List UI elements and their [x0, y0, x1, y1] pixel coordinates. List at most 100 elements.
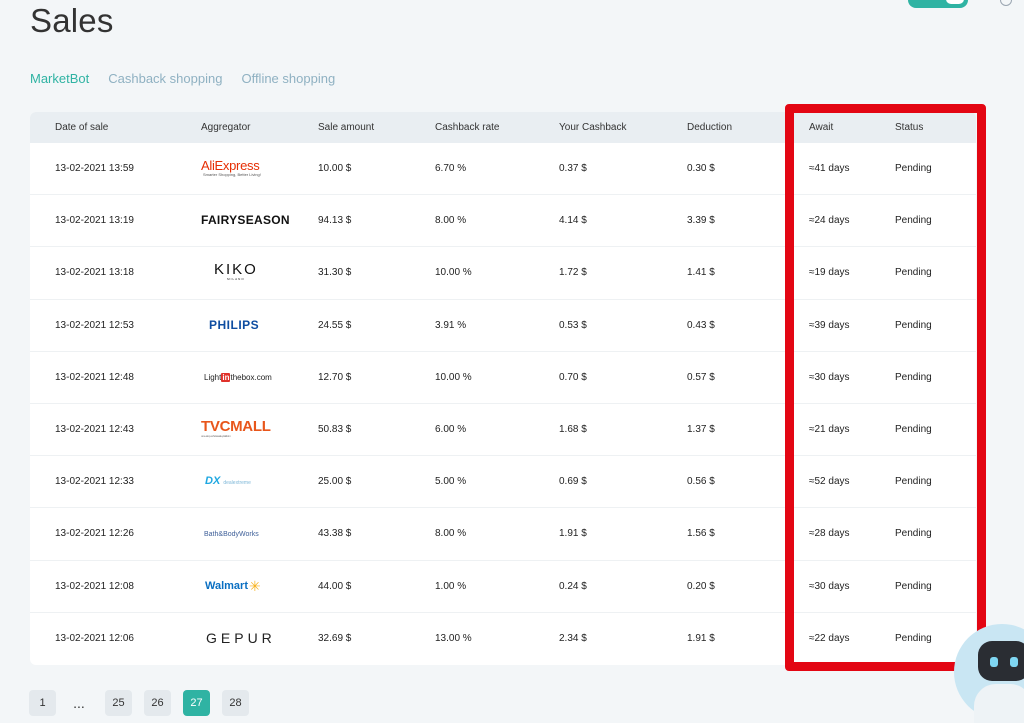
cell-status: Pending — [895, 319, 932, 331]
col-header-cashback-rate: Cashback rate — [435, 122, 500, 133]
cell-cashback-rate: 8.00 % — [435, 528, 467, 540]
table-row: 13-02-2021 12:33 DX dealextreme 25.00 $ … — [30, 456, 976, 509]
cell-aggregator: AliExpress Smarter Shopping, Better Livin… — [176, 159, 318, 179]
cell-await: ≈30 days — [809, 580, 850, 592]
page-button[interactable]: 25 — [105, 690, 132, 716]
globe-icon[interactable] — [1000, 0, 1012, 6]
cell-cashback-rate: 6.00 % — [435, 424, 467, 436]
cell-status: Pending — [895, 424, 932, 436]
cell-sale-amount: 32.69 $ — [318, 633, 352, 645]
page-button[interactable]: 28 — [222, 690, 249, 716]
cell-sale-amount: 10.00 $ — [318, 163, 352, 175]
cell-status: Pending — [895, 528, 932, 540]
col-header-deduction: Deduction — [687, 122, 733, 133]
cell-deduction: 1.37 $ — [687, 424, 715, 436]
cell-await: ≈41 days — [809, 163, 850, 175]
cell-your-cashback: 0.24 $ — [559, 580, 587, 592]
bot-eye-icon — [1010, 657, 1018, 667]
cell-aggregator: KIKO MILANO — [176, 262, 318, 283]
cell-your-cashback: 0.37 $ — [559, 163, 587, 175]
cell-aggregator: DX dealextreme — [176, 476, 318, 487]
top-toggle-switch[interactable] — [908, 0, 968, 8]
cell-cashback-rate: 10.00 % — [435, 371, 472, 383]
aliexpress-logo: AliExpress Smarter Shopping, Better Livin… — [201, 157, 261, 177]
table-row: 13-02-2021 13:18 KIKO MILANO 31.30 $ 10.0… — [30, 247, 976, 300]
table-row: 13-02-2021 13:19 FAIRYSEASON 94.13 $ 8.0… — [30, 195, 976, 248]
cell-status: Pending — [895, 371, 932, 383]
tab-cashback-shopping[interactable]: Cashback shopping — [108, 71, 222, 86]
cell-date: 13-02-2021 12:33 — [55, 476, 134, 488]
page-button-current[interactable]: 27 — [183, 690, 210, 716]
cell-cashback-rate: 13.00 % — [435, 633, 472, 645]
tab-marketbot[interactable]: MarketBot — [30, 71, 89, 86]
page-title: Sales — [30, 2, 114, 39]
page-button[interactable]: 26 — [144, 690, 171, 716]
cell-deduction: 0.56 $ — [687, 476, 715, 488]
col-header-your-cashback: Your Cashback — [559, 122, 627, 133]
cell-deduction: 1.41 $ — [687, 267, 715, 279]
cell-sale-amount: 25.00 $ — [318, 476, 352, 488]
cell-status: Pending — [895, 633, 932, 645]
col-header-aggregator: Aggregator — [201, 122, 251, 133]
walmart-logo: Walmart✳ — [205, 578, 261, 595]
cell-aggregator: Walmart✳ — [176, 579, 318, 593]
cell-await: ≈22 days — [809, 633, 850, 645]
table-row: 13-02-2021 12:06 GEPUR 32.69 $ 13.00 % 2… — [30, 613, 976, 665]
cell-aggregator: GEPUR — [176, 631, 318, 646]
cell-status: Pending — [895, 215, 932, 227]
cell-await: ≈30 days — [809, 371, 850, 383]
cell-status: Pending — [895, 476, 932, 488]
cell-aggregator: Lightinthebox.com — [176, 372, 318, 383]
cell-deduction: 0.30 $ — [687, 163, 715, 175]
cell-cashback-rate: 6.70 % — [435, 163, 467, 175]
cell-deduction: 0.20 $ — [687, 580, 715, 592]
cell-aggregator: FAIRYSEASON — [176, 214, 318, 227]
cell-date: 13-02-2021 13:59 — [55, 163, 134, 175]
cell-await: ≈21 days — [809, 424, 850, 436]
table-row: 13-02-2021 12:48 Lightinthebox.com 12.70… — [30, 352, 976, 404]
fairyseason-logo: FAIRYSEASON — [201, 213, 290, 228]
cell-date: 13-02-2021 13:18 — [55, 267, 134, 279]
pagination-ellipsis: ... — [73, 695, 85, 711]
bot-body — [974, 684, 1024, 723]
table-row: 13-02-2021 12:43 TVCMALL one-stop-wholesa… — [30, 404, 976, 457]
col-header-status: Status — [895, 122, 924, 133]
cell-your-cashback: 0.69 $ — [559, 476, 587, 488]
cell-await: ≈24 days — [809, 215, 850, 227]
cell-your-cashback: 0.53 $ — [559, 319, 587, 331]
cell-your-cashback: 4.14 $ — [559, 215, 587, 227]
cell-date: 13-02-2021 12:06 — [55, 633, 134, 645]
cell-date: 13-02-2021 12:53 — [55, 319, 134, 331]
philips-logo: PHILIPS — [209, 317, 260, 332]
cell-sale-amount: 43.38 $ — [318, 528, 352, 540]
cell-deduction: 0.43 $ — [687, 319, 715, 331]
table-row: 13-02-2021 13:59 AliExpress Smarter Shopp… — [30, 143, 976, 196]
table-row: 13-02-2021 12:08 Walmart✳ 44.00 $ 1.00 %… — [30, 561, 976, 613]
dx-logo: DX dealextreme — [205, 475, 251, 488]
cell-cashback-rate: 1.00 % — [435, 580, 467, 592]
cell-await: ≈28 days — [809, 528, 850, 540]
sales-table: Date of sale Aggregator Sale amount Cash… — [30, 112, 976, 665]
cell-sale-amount: 12.70 $ — [318, 371, 352, 383]
cell-cashback-rate: 8.00 % — [435, 215, 467, 227]
col-header-await: Await — [809, 122, 834, 133]
tab-offline-shopping[interactable]: Offline shopping — [241, 71, 335, 86]
cell-status: Pending — [895, 267, 932, 279]
cell-date: 13-02-2021 12:48 — [55, 371, 134, 383]
cell-aggregator: PHILIPS — [176, 319, 318, 332]
table-row: 13-02-2021 12:26 Bath&BodyWorks 43.38 $ … — [30, 508, 976, 561]
kiko-logo: KIKO MILANO — [214, 261, 258, 282]
toggle-knob — [944, 0, 966, 6]
cell-sale-amount: 31.30 $ — [318, 267, 352, 279]
cell-deduction: 1.91 $ — [687, 633, 715, 645]
cell-your-cashback: 0.70 $ — [559, 371, 587, 383]
cell-aggregator: Bath&BodyWorks — [176, 528, 318, 539]
cell-date: 13-02-2021 12:26 — [55, 528, 134, 540]
cell-date: 13-02-2021 12:08 — [55, 580, 134, 592]
cell-your-cashback: 2.34 $ — [559, 633, 587, 645]
page-button-first[interactable]: 1 — [29, 690, 56, 716]
col-header-date: Date of sale — [55, 122, 109, 133]
bath-body-works-logo: Bath&BodyWorks — [204, 531, 259, 539]
cell-your-cashback: 1.91 $ — [559, 528, 587, 540]
cell-deduction: 1.56 $ — [687, 528, 715, 540]
